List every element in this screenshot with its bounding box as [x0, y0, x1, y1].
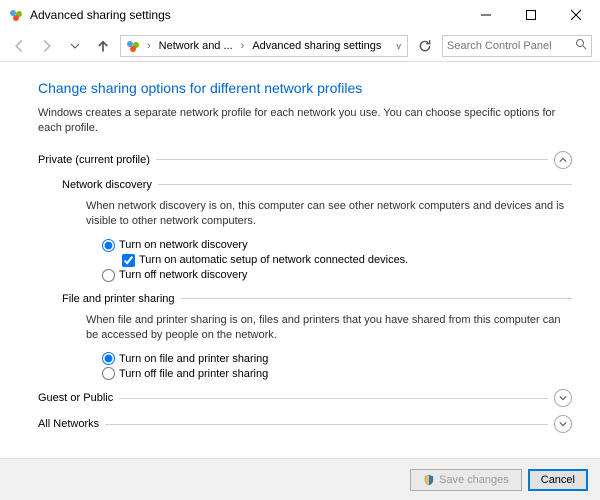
breadcrumb[interactable]: › Network and ... › Advanced sharing set…: [120, 35, 408, 57]
chevron-right-icon[interactable]: ›: [239, 40, 247, 52]
divider: [105, 424, 548, 425]
subsection-label: File and printer sharing: [62, 293, 175, 305]
divider: [156, 159, 548, 160]
forward-button[interactable]: [36, 35, 58, 57]
up-button[interactable]: [92, 35, 114, 57]
recent-dropdown[interactable]: [64, 35, 86, 57]
cancel-button[interactable]: Cancel: [528, 469, 588, 491]
divider: [181, 298, 572, 299]
window-title: Advanced sharing settings: [30, 8, 463, 22]
radio-label: Turn off file and printer sharing: [119, 368, 268, 380]
breadcrumb-item[interactable]: Advanced sharing settings: [250, 40, 383, 52]
subsection-file-printer-sharing: File and printer sharing: [62, 293, 572, 305]
minimize-button[interactable]: [463, 0, 508, 30]
button-label: Cancel: [541, 474, 575, 486]
control-panel-icon: [125, 38, 141, 54]
search-icon[interactable]: [575, 38, 587, 53]
section-label: All Networks: [38, 418, 99, 430]
chevron-up-icon[interactable]: [554, 151, 572, 169]
section-private[interactable]: Private (current profile): [38, 151, 572, 169]
back-button[interactable]: [8, 35, 30, 57]
radio-discovery-off[interactable]: Turn off network discovery: [102, 268, 572, 283]
radio-input[interactable]: [102, 239, 115, 252]
search-input[interactable]: [447, 40, 571, 52]
subsection-network-discovery: Network discovery: [62, 179, 572, 191]
close-button[interactable]: [553, 0, 598, 30]
section-all-networks[interactable]: All Networks: [38, 415, 572, 433]
history-dropdown-icon[interactable]: v: [395, 41, 404, 51]
chevron-right-icon[interactable]: ›: [145, 40, 153, 52]
section-label: Private (current profile): [38, 154, 150, 166]
section-label: Guest or Public: [38, 392, 113, 404]
radio-input[interactable]: [102, 367, 115, 380]
divider: [119, 398, 548, 399]
checkbox-label: Turn on automatic setup of network conne…: [139, 254, 408, 266]
checkbox-auto-setup[interactable]: Turn on automatic setup of network conne…: [102, 253, 572, 268]
divider: [158, 184, 572, 185]
breadcrumb-item[interactable]: Network and ...: [157, 40, 235, 52]
radio-input[interactable]: [102, 269, 115, 282]
radio-label: Turn on network discovery: [119, 239, 248, 251]
checkbox-input[interactable]: [122, 254, 135, 267]
radio-input[interactable]: [102, 352, 115, 365]
shield-icon: [423, 474, 435, 486]
footer-bar: Save changes Cancel: [0, 458, 600, 500]
radio-fileshare-off[interactable]: Turn off file and printer sharing: [102, 366, 572, 381]
navigation-bar: › Network and ... › Advanced sharing set…: [0, 30, 600, 62]
content-area: Change sharing options for different net…: [0, 62, 600, 458]
subsection-description: When file and printer sharing is on, fil…: [62, 307, 572, 352]
search-box[interactable]: [442, 35, 592, 57]
titlebar: Advanced sharing settings: [0, 0, 600, 30]
page-title: Change sharing options for different net…: [38, 80, 572, 96]
subsection-label: Network discovery: [62, 179, 152, 191]
save-changes-button[interactable]: Save changes: [410, 469, 522, 491]
page-description: Windows creates a separate network profi…: [38, 106, 572, 137]
chevron-down-icon[interactable]: [554, 415, 572, 433]
radio-label: Turn off network discovery: [119, 269, 247, 281]
radio-discovery-on[interactable]: Turn on network discovery: [102, 238, 572, 253]
subsection-description: When network discovery is on, this compu…: [62, 193, 572, 238]
button-label: Save changes: [439, 474, 509, 486]
control-panel-icon: [8, 7, 24, 23]
radio-fileshare-on[interactable]: Turn on file and printer sharing: [102, 351, 572, 366]
maximize-button[interactable]: [508, 0, 553, 30]
radio-label: Turn on file and printer sharing: [119, 353, 268, 365]
refresh-button[interactable]: [414, 35, 436, 57]
section-guest-public[interactable]: Guest or Public: [38, 389, 572, 407]
chevron-down-icon[interactable]: [554, 389, 572, 407]
